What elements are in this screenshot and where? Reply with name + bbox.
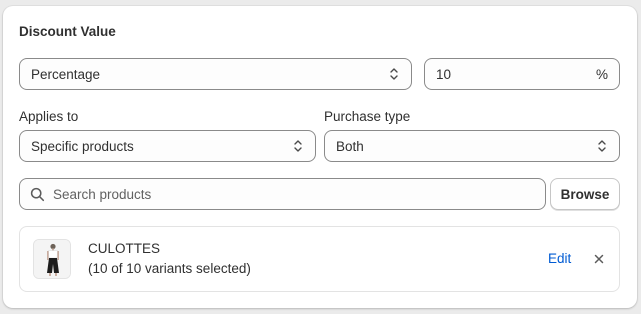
discount-type-value: Percentage bbox=[31, 66, 101, 82]
close-icon[interactable] bbox=[591, 251, 607, 267]
chevron-up-down-icon bbox=[292, 138, 304, 154]
browse-button[interactable]: Browse bbox=[550, 178, 620, 210]
selected-product-row: CULOTTES (10 of 10 variants selected) Ed… bbox=[19, 226, 620, 292]
purchase-type-value: Both bbox=[336, 138, 364, 154]
discount-amount-value: 10 bbox=[436, 66, 452, 82]
search-icon bbox=[30, 187, 45, 202]
discount-type-select[interactable]: Percentage bbox=[19, 58, 412, 90]
purchase-type-label: Purchase type bbox=[324, 109, 411, 124]
product-thumbnail bbox=[33, 239, 71, 279]
product-name: CULOTTES bbox=[88, 241, 161, 256]
search-input[interactable] bbox=[53, 186, 535, 202]
applies-to-label: Applies to bbox=[19, 109, 79, 124]
purchase-type-select[interactable]: Both bbox=[324, 130, 620, 162]
applies-to-select[interactable]: Specific products bbox=[19, 130, 316, 162]
product-variants-summary: (10 of 10 variants selected) bbox=[88, 261, 251, 276]
chevron-up-down-icon bbox=[596, 138, 608, 154]
chevron-up-down-icon bbox=[388, 66, 400, 82]
applies-to-value: Specific products bbox=[31, 138, 134, 154]
section-title: Discount Value bbox=[19, 24, 116, 39]
edit-product-link[interactable]: Edit bbox=[548, 251, 571, 266]
discount-amount-input[interactable]: 10 % bbox=[424, 58, 620, 90]
discount-value-card: Discount Value Percentage 10 % Applies t… bbox=[3, 6, 637, 308]
product-search-field[interactable] bbox=[19, 178, 546, 210]
percent-suffix: % bbox=[595, 66, 608, 82]
